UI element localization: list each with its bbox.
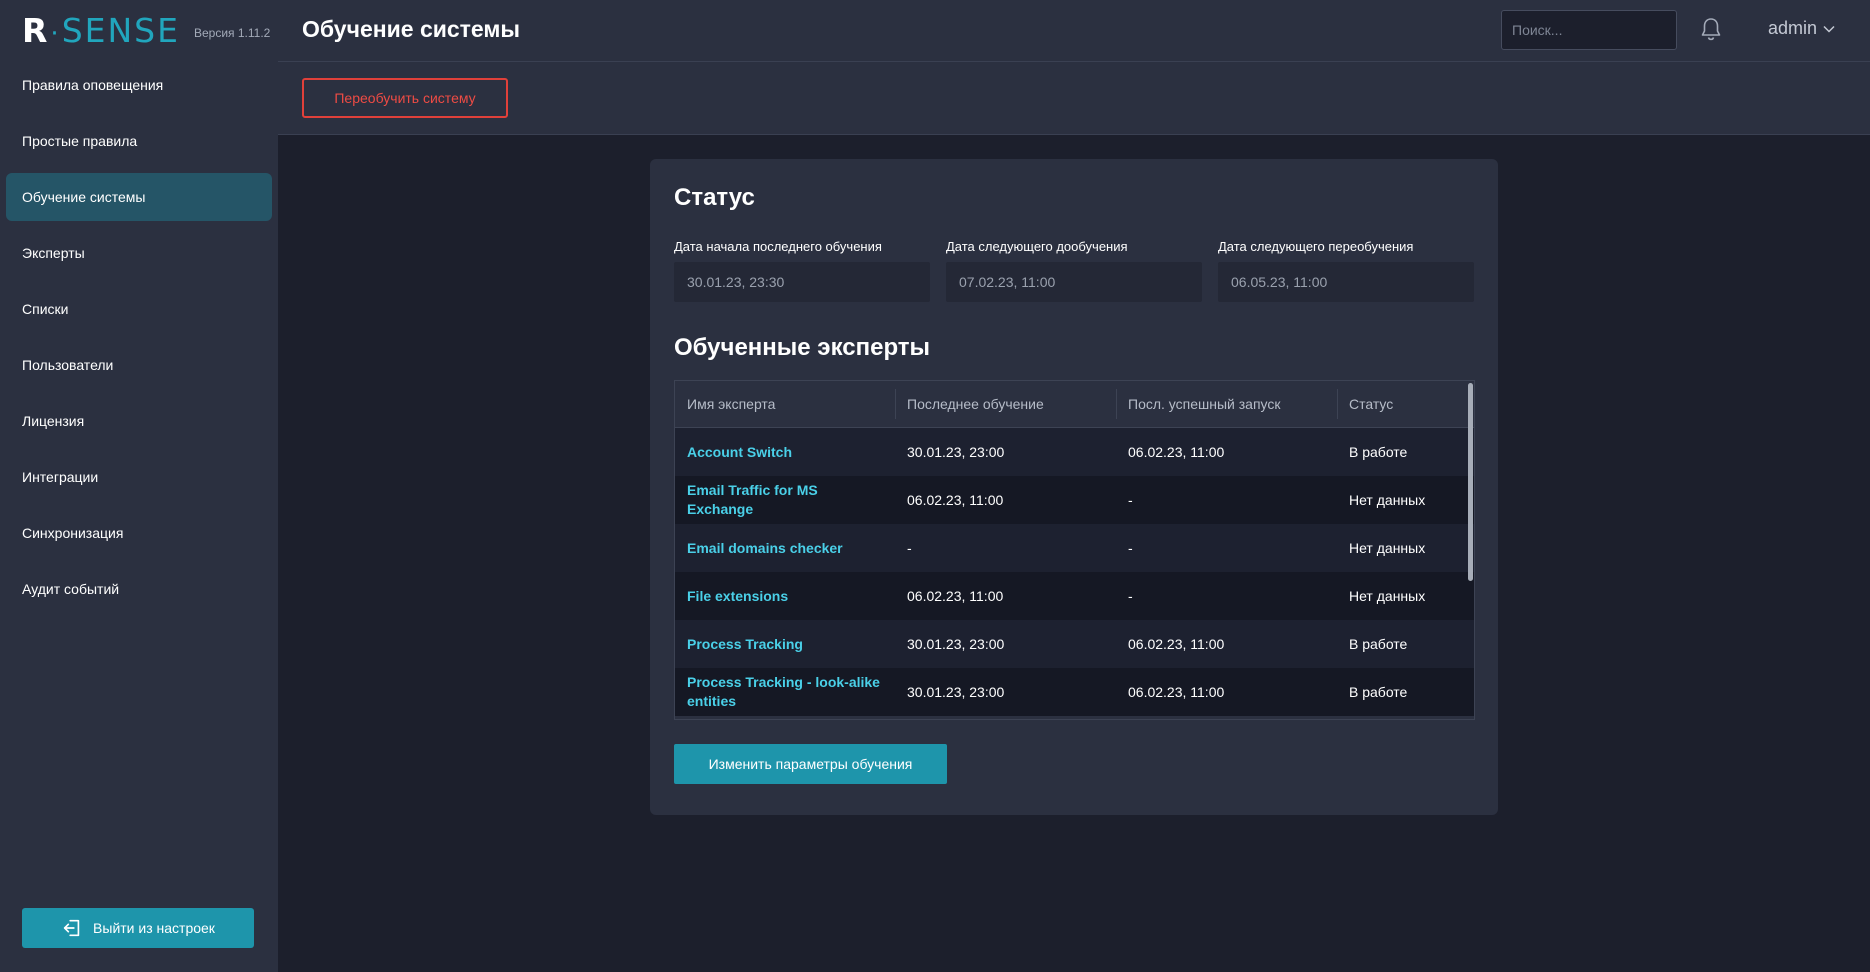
table-header: Имя эксперта Последнее обучение Посл. ус… bbox=[675, 381, 1474, 428]
column-header-last-run[interactable]: Посл. успешный запуск bbox=[1116, 381, 1337, 427]
sidebar-item-sync[interactable]: Синхронизация bbox=[6, 509, 272, 557]
next-retraining-label: Дата следующего переобучения bbox=[1218, 239, 1414, 254]
next-additional-training-field: Дата следующего дообучения 07.02.23, 11:… bbox=[946, 239, 1202, 302]
expert-name-link[interactable]: Email domains checker bbox=[675, 539, 895, 558]
expert-name-link[interactable]: Account Switch bbox=[675, 443, 895, 462]
last-training-cell: 30.01.23, 23:00 bbox=[907, 636, 1005, 652]
sidebar-item-simple-rules[interactable]: Простые правила bbox=[6, 117, 272, 165]
table-row: Email Traffic for MS Exchange 06.02.23, … bbox=[675, 476, 1474, 524]
bell-icon[interactable] bbox=[1699, 16, 1723, 42]
last-run-cell: - bbox=[1128, 588, 1133, 604]
status-title: Статус bbox=[674, 184, 755, 211]
sidebar-item-system-training[interactable]: Обучение системы bbox=[6, 173, 272, 221]
status-cell: Нет данных bbox=[1349, 540, 1426, 556]
topbar: Обучение системы admin bbox=[278, 0, 1870, 62]
column-header-name[interactable]: Имя эксперта bbox=[675, 381, 895, 427]
logout-icon bbox=[63, 919, 80, 937]
sidebar-item-license[interactable]: Лицензия bbox=[6, 397, 272, 445]
chevron-down-icon bbox=[1823, 25, 1835, 33]
last-run-cell: 06.02.23, 11:00 bbox=[1128, 636, 1225, 652]
status-cell: Нет данных bbox=[1349, 492, 1426, 508]
sidebar-item-lists[interactable]: Списки bbox=[6, 285, 272, 333]
status-cell: В работе bbox=[1349, 444, 1408, 460]
logout-label: Выйти из настроек bbox=[93, 920, 215, 936]
experts-table[interactable]: Имя эксперта Последнее обучение Посл. ус… bbox=[674, 380, 1475, 720]
last-training-label: Дата начала последнего обучения bbox=[674, 239, 882, 254]
last-run-cell: - bbox=[1128, 540, 1133, 556]
sidebar-item-integrations[interactable]: Интеграции bbox=[6, 453, 272, 501]
last-training-field: Дата начала последнего обучения 30.01.23… bbox=[674, 239, 930, 302]
table-body: Account Switch 30.01.23, 23:00 06.02.23,… bbox=[675, 428, 1474, 716]
last-training-cell: 30.01.23, 23:00 bbox=[907, 684, 1005, 700]
last-training-value: 30.01.23, 23:30 bbox=[674, 262, 930, 302]
sidebar-item-alert-rules[interactable]: Правила оповещения bbox=[6, 61, 272, 109]
search-input[interactable] bbox=[1501, 10, 1677, 50]
change-training-params-button[interactable]: Изменить параметры обучения bbox=[674, 744, 947, 784]
page-title: Обучение системы bbox=[302, 16, 521, 42]
table-row: Email domains checker - - Нет данных bbox=[675, 524, 1474, 572]
next-additional-training-value: 07.02.23, 11:00 bbox=[946, 262, 1202, 302]
sidebar-item-users[interactable]: Пользователи bbox=[6, 341, 272, 389]
last-training-cell: - bbox=[907, 540, 912, 556]
logout-button[interactable]: Выйти из настроек bbox=[22, 908, 254, 948]
app-version: Версия 1.11.2 bbox=[193, 25, 271, 40]
table-row: Process Tracking - look-alike entities 3… bbox=[675, 668, 1474, 716]
table-row: Account Switch 30.01.23, 23:00 06.02.23,… bbox=[675, 428, 1474, 476]
last-training-cell: 30.01.23, 23:00 bbox=[907, 444, 1005, 460]
next-additional-training-label: Дата следующего дообучения bbox=[946, 239, 1128, 254]
expert-name-link[interactable]: Email Traffic for MS Exchange bbox=[675, 481, 895, 519]
column-header-status[interactable]: Статус bbox=[1337, 381, 1467, 427]
user-name: admin bbox=[1768, 18, 1818, 38]
column-header-last-training[interactable]: Последнее обучение bbox=[895, 381, 1116, 427]
status-cell: В работе bbox=[1349, 636, 1408, 652]
last-training-cell: 06.02.23, 11:00 bbox=[907, 588, 1004, 604]
status-cell: Нет данных bbox=[1349, 588, 1426, 604]
sidebar-item-audit[interactable]: Аудит событий bbox=[6, 565, 272, 613]
table-scrollbar[interactable] bbox=[1468, 383, 1473, 581]
next-retraining-field: Дата следующего переобучения 06.05.23, 1… bbox=[1218, 239, 1474, 302]
retrain-system-button[interactable]: Переобучить систему bbox=[302, 78, 508, 118]
last-run-cell: 06.02.23, 11:00 bbox=[1128, 684, 1225, 700]
table-row: File extensions 06.02.23, 11:00 - Нет да… bbox=[675, 572, 1474, 620]
logo[interactable]: R·SENSE bbox=[22, 11, 180, 50]
page-toolbar: Переобучить систему bbox=[278, 62, 1870, 135]
last-training-cell: 06.02.23, 11:00 bbox=[907, 492, 1004, 508]
logo-row: R·SENSE Версия 1.11.2 bbox=[0, 0, 278, 61]
status-cell: В работе bbox=[1349, 684, 1408, 700]
user-menu[interactable]: admin bbox=[1768, 18, 1835, 39]
trained-experts-title: Обученные эксперты bbox=[674, 334, 931, 361]
expert-name-link[interactable]: File extensions bbox=[675, 587, 895, 606]
next-retraining-value: 06.05.23, 11:00 bbox=[1218, 262, 1474, 302]
last-run-cell: - bbox=[1128, 492, 1133, 508]
sidebar-item-experts[interactable]: Эксперты bbox=[6, 229, 272, 277]
sidebar: R·SENSE Версия 1.11.2 Правила оповещения… bbox=[0, 0, 278, 972]
expert-name-link[interactable]: Process Tracking - look-alike entities bbox=[675, 673, 895, 711]
training-card: Статус Дата начала последнего обучения 3… bbox=[650, 159, 1498, 815]
sidebar-nav: Правила оповещения Простые правила Обуче… bbox=[0, 61, 278, 613]
expert-name-link[interactable]: Process Tracking bbox=[675, 635, 895, 654]
table-row: Process Tracking 30.01.23, 23:00 06.02.2… bbox=[675, 620, 1474, 668]
last-run-cell: 06.02.23, 11:00 bbox=[1128, 444, 1225, 460]
